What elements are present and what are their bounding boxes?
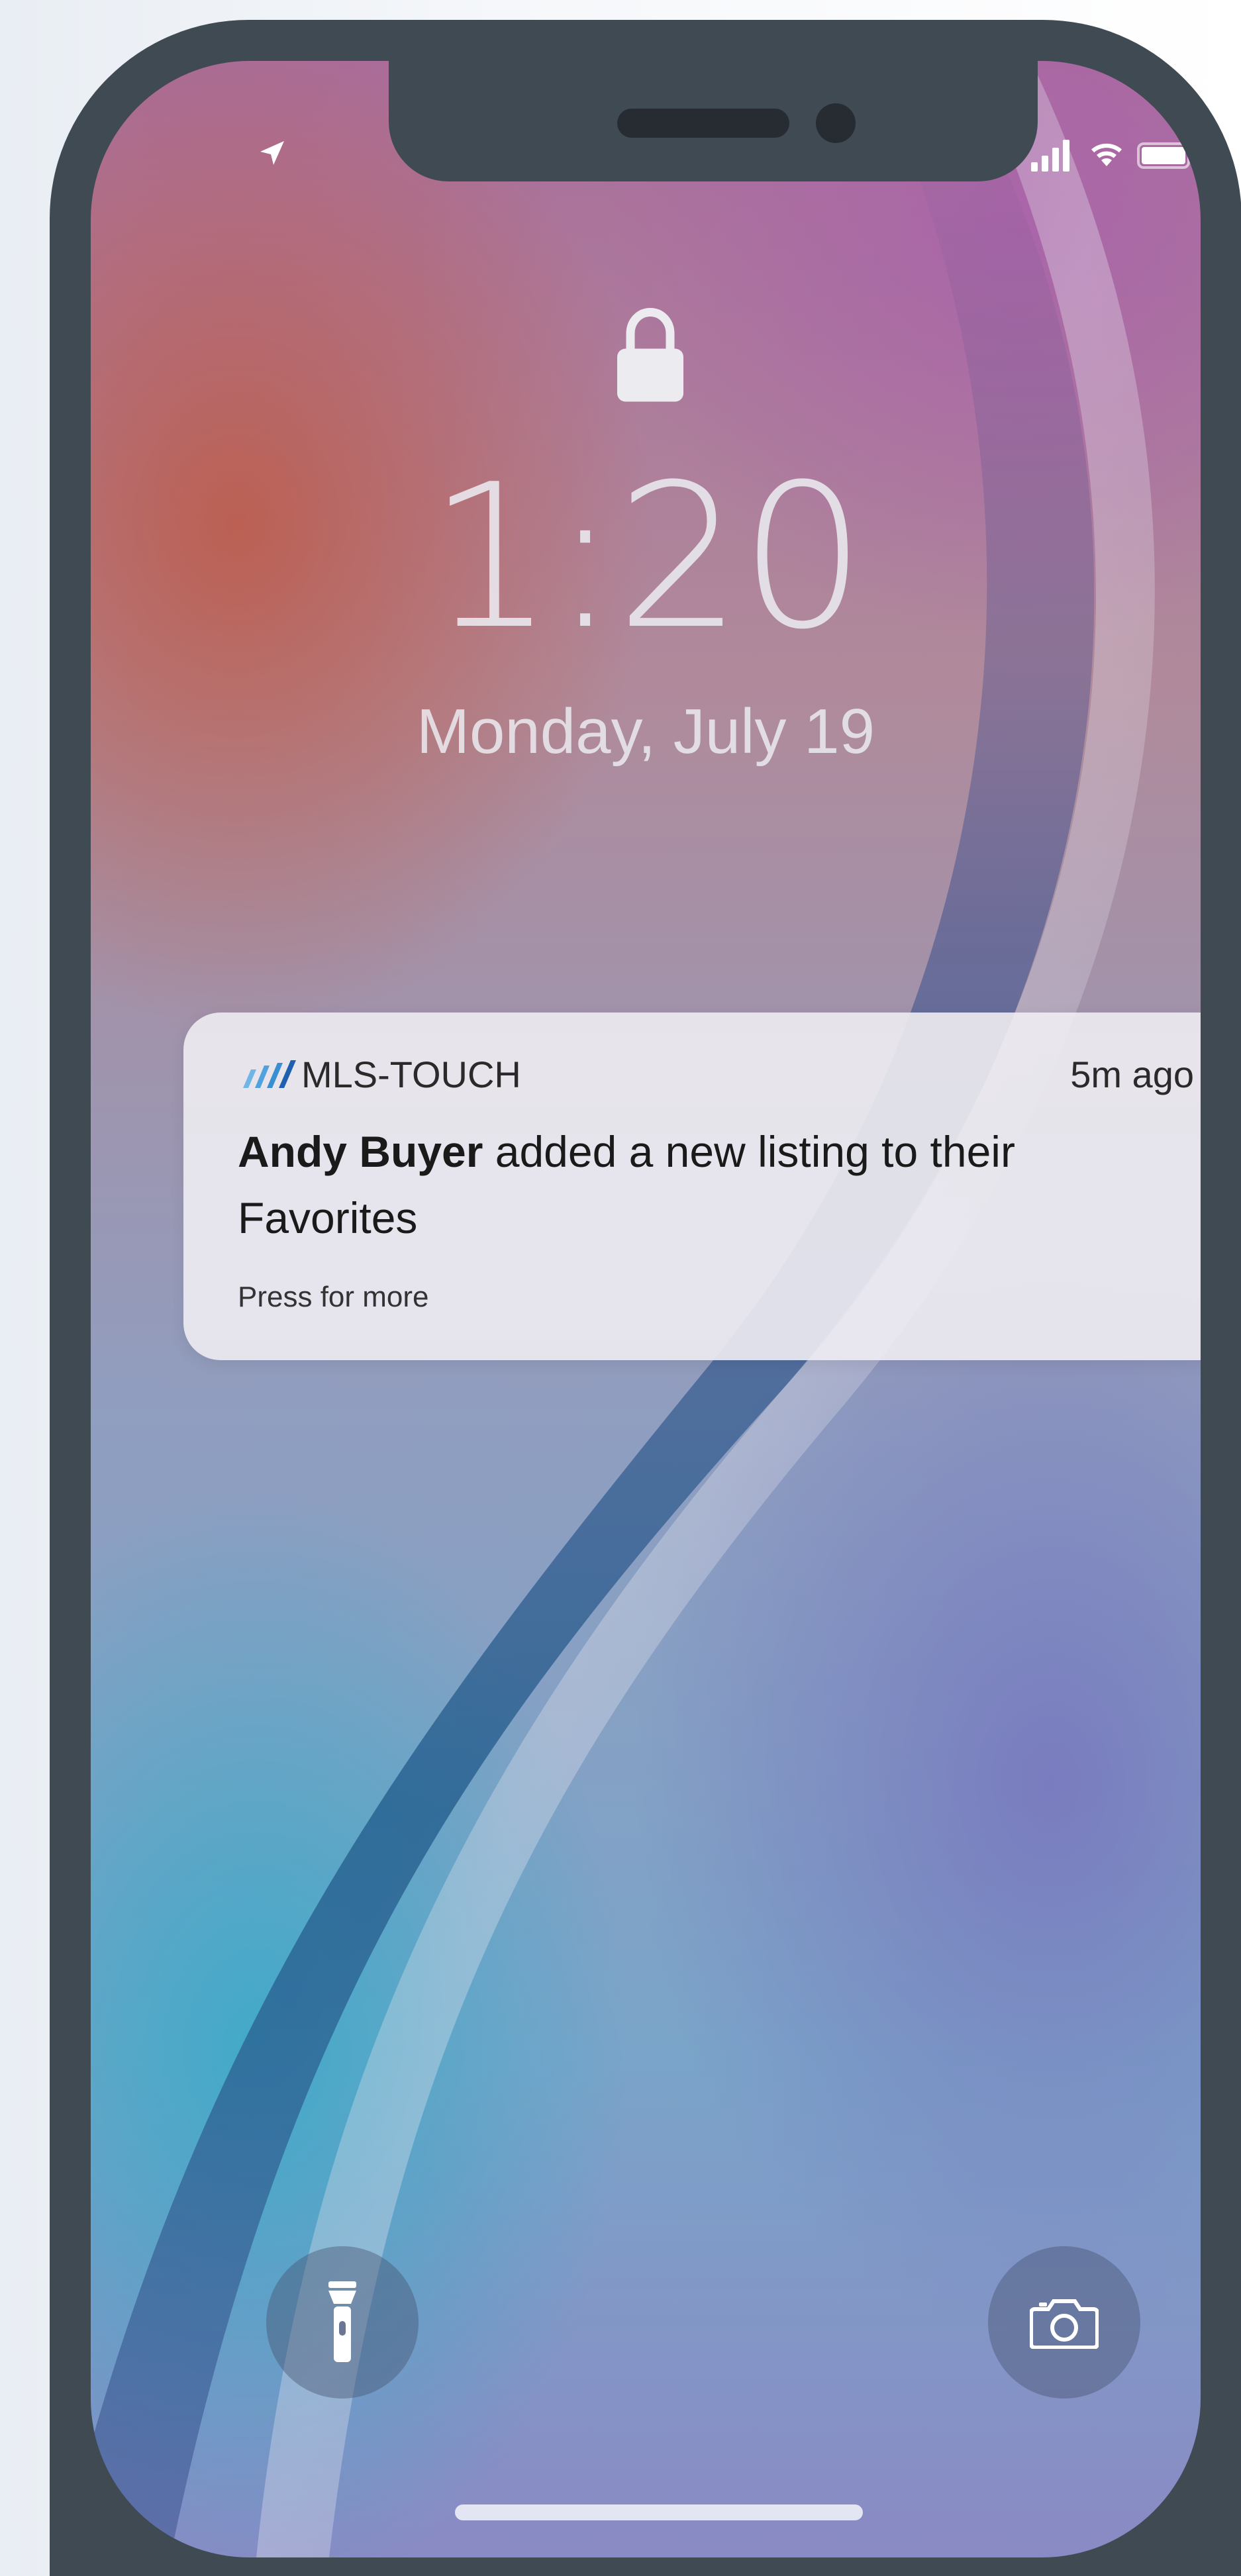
location-arrow-icon [260, 141, 284, 165]
status-icons [1031, 137, 1194, 174]
camera-icon [1030, 2299, 1099, 2349]
lock-screen: 1:20 Monday, July 19 MLS-TOUCH 5m ago An… [91, 61, 1201, 2557]
camera-button[interactable] [988, 2246, 1140, 2399]
home-indicator[interactable] [455, 2504, 863, 2520]
lock-screen-mockup: 1:20 Monday, July 19 MLS-TOUCH 5m ago An… [0, 0, 1241, 2576]
wifi-icon [1091, 143, 1122, 166]
notification-press-for-more: Press for more [238, 1281, 429, 1313]
notch [389, 61, 1038, 181]
flashlight-icon [328, 2281, 356, 2362]
phone-frame: 1:20 Monday, July 19 MLS-TOUCH 5m ago An… [50, 20, 1241, 2576]
lock-date: Monday, July 19 [417, 696, 875, 767]
notification-timestamp: 5m ago [1070, 1054, 1194, 1095]
lock-time: 1:20 [428, 442, 866, 673]
notification-message: Andy Buyer added a new listing to their … [238, 1118, 1178, 1251]
notification-app-name: MLS-TOUCH [301, 1054, 521, 1095]
cellular-signal-icon [1031, 140, 1069, 172]
notification-sender: Andy Buyer [238, 1127, 483, 1176]
speaker-grille [617, 109, 789, 138]
notification-card[interactable]: MLS-TOUCH 5m ago Andy Buyer added a new … [183, 1013, 1201, 1360]
flashlight-button[interactable] [266, 2246, 419, 2399]
front-camera [816, 103, 856, 143]
battery-icon [1137, 142, 1194, 169]
mls-touch-logo-icon [243, 1060, 296, 1088]
lock-icon [617, 307, 683, 402]
